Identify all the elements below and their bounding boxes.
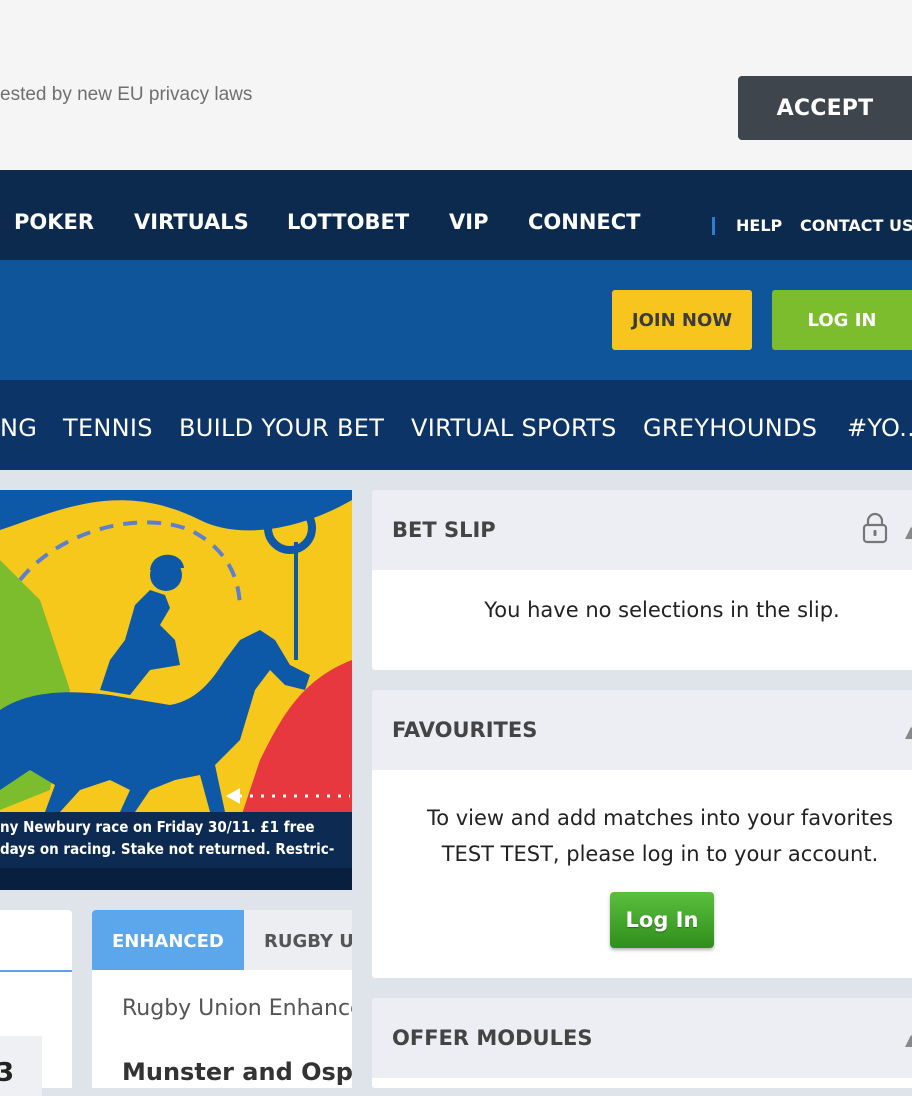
contact-us-link[interactable]: CONTACT US [800, 216, 912, 235]
top-navigation: POKER VIRTUALS LOTTOBET VIP CONNECT HELP… [0, 170, 912, 260]
card-tab-underline [0, 970, 72, 972]
promo-terms-line-1: ny Newbury race on Friday 30/11. £1 free [0, 818, 315, 836]
bet-slip-header[interactable]: BET SLIP ▲ [372, 490, 912, 570]
nav-item-connect[interactable]: CONNECT [528, 210, 641, 234]
lock-icon [862, 512, 888, 544]
sport-item-greyhounds[interactable]: GREYHOUNDS [643, 414, 817, 442]
promo-terms: ny Newbury race on Friday 30/11. £1 free… [0, 812, 352, 868]
banner-footer [0, 868, 352, 890]
favourites-message-line-1: To view and add matches into your favori… [426, 806, 894, 830]
nav-item-poker[interactable]: POKER [14, 210, 94, 234]
offer-modules-header[interactable]: OFFER MODULES ▲ [372, 998, 912, 1078]
cookie-message: ested by new EU privacy laws [0, 84, 253, 105]
header-bar: JOIN NOW LOG IN [0, 260, 912, 380]
chevron-up-icon[interactable]: ▲ [905, 522, 912, 541]
log-in-button[interactable]: LOG IN [772, 290, 912, 350]
promo-banner[interactable]: ny Newbury race on Friday 30/11. £1 free… [0, 490, 352, 890]
enhanced-odds-card: ENHANCED RUGBY U Rugby Union Enhance Mun… [92, 910, 352, 1088]
bet-slip-panel: BET SLIP ▲ You have no selections in the… [372, 490, 912, 670]
nav-item-virtuals[interactable]: VIRTUALS [134, 210, 249, 234]
join-now-button[interactable]: JOIN NOW [612, 290, 752, 350]
help-link[interactable]: HELP [736, 216, 782, 235]
favourites-log-in-button[interactable]: Log In [610, 892, 714, 948]
chevron-up-icon[interactable]: ▲ [905, 722, 912, 741]
favourites-title: FAVOURITES [392, 718, 538, 742]
odds-value: 3 [0, 1058, 15, 1088]
chevron-up-icon[interactable]: ▲ [905, 1030, 912, 1049]
enhanced-subtitle: Rugby Union Enhance [122, 996, 352, 1021]
match-title[interactable]: Munster and Osprey [122, 1058, 352, 1086]
cookie-banner: ested by new EU privacy laws ACCEPT [0, 0, 912, 170]
offer-modules-title: OFFER MODULES [392, 1026, 593, 1050]
nav-item-lottobet[interactable]: LOTTOBET [287, 210, 409, 234]
bet-slip-title: BET SLIP [392, 518, 496, 542]
accept-cookies-button[interactable]: ACCEPT [738, 76, 912, 140]
left-card: 3 [0, 910, 72, 1096]
promo-terms-line-2: days on racing. Stake not returned. Rest… [0, 840, 335, 858]
sports-navigation: NG TENNIS BUILD YOUR BET VIRTUAL SPORTS … [0, 380, 912, 470]
sport-item-build-your-bet[interactable]: BUILD YOUR BET [179, 414, 384, 442]
sport-item-more[interactable]: #YO... [847, 414, 912, 442]
sport-item-partial[interactable]: NG [0, 414, 37, 442]
offer-modules-panel: OFFER MODULES ▲ [372, 998, 912, 1088]
favourites-message-line-2: TEST TEST, please log in to your account… [441, 842, 879, 866]
favourites-header[interactable]: FAVOURITES ▲ [372, 690, 912, 770]
nav-item-vip[interactable]: VIP [449, 210, 488, 234]
sport-item-tennis[interactable]: TENNIS [63, 414, 153, 442]
bet-slip-empty-message: You have no selections in the slip. [484, 598, 840, 622]
favourites-panel: FAVOURITES ▲ To view and add matches int… [372, 690, 912, 978]
tab-enhanced[interactable]: ENHANCED [92, 910, 244, 970]
nav-divider [712, 217, 715, 235]
sport-item-virtual-sports[interactable]: VIRTUAL SPORTS [411, 414, 617, 442]
tab-rugby-union[interactable]: RUGBY U [244, 910, 352, 970]
